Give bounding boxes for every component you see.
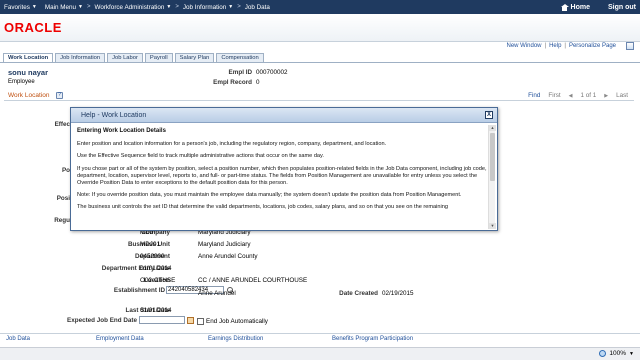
- breadcrumb-label: Job Data: [244, 3, 270, 11]
- breadcrumb-label: Workforce Administration: [94, 3, 165, 11]
- scroll-up-icon[interactable]: ▲: [489, 125, 496, 131]
- home-label: Home: [570, 3, 590, 11]
- chevron-down-icon: ▼: [228, 4, 234, 10]
- scroll-down-icon[interactable]: ▼: [489, 223, 496, 229]
- chevron-down-icon: ▼: [31, 4, 37, 10]
- zoom-control[interactable]: 100% ▼: [599, 350, 634, 357]
- help-paragraph: Use the Effective Sequence field to trac…: [77, 153, 324, 160]
- effective-label: Effec: [54, 121, 70, 128]
- help-paragraph: If you chose part or all of the system b…: [77, 165, 487, 187]
- breadcrumb-job-data[interactable]: Job Data: [241, 4, 274, 11]
- date-created-value: 02/19/2015: [382, 290, 414, 297]
- brand-header: [0, 14, 640, 42]
- chevron-down-icon: ▼: [166, 4, 172, 10]
- first-link[interactable]: First: [548, 92, 560, 99]
- chevron-down-icon: ▼: [629, 350, 634, 357]
- empl-record-label: Empl Record: [213, 79, 252, 86]
- empl-record-value: 0: [256, 79, 260, 86]
- favorites-label: Favorites: [4, 3, 30, 11]
- job-data-link[interactable]: Job Data: [6, 336, 30, 342]
- help-icon[interactable]: ?: [56, 92, 63, 99]
- location-value: O02-CTHSE: [140, 277, 176, 284]
- tab-job-information[interactable]: Job Information: [55, 53, 106, 62]
- record-pager: Find First ◀ 1 of 1 ▶ Last: [528, 92, 628, 99]
- sign-out-link[interactable]: Sign out: [608, 4, 636, 11]
- link-divider: |: [564, 43, 566, 49]
- help-dialog: Help - Work Location X Entering Work Loc…: [70, 107, 498, 231]
- help-paragraph: Note: If you override position data, you…: [77, 192, 462, 199]
- top-navigation-bar: Favorites ▼ Main Menu ▼ > Workforce Admini…: [0, 0, 640, 14]
- new-window-link[interactable]: New Window: [506, 43, 541, 49]
- help-heading: Entering Work Location Details: [77, 128, 166, 134]
- position-label: Po: [61, 167, 70, 174]
- department-entry-date-value: 01/01/2014: [140, 265, 172, 272]
- tab-salary-plan[interactable]: Salary Plan: [174, 53, 215, 62]
- last-start-date-value: 01/01/2014: [140, 307, 172, 314]
- help-dialog-titlebar[interactable]: Help - Work Location X: [71, 108, 497, 123]
- end-job-automatically-checkbox[interactable]: [197, 318, 204, 325]
- earnings-distribution-link[interactable]: Earnings Distribution: [208, 336, 263, 342]
- date-created-label: Date Created: [339, 290, 378, 297]
- employee-name: sonu nayar: [8, 68, 49, 77]
- help-dialog-scrollbar[interactable]: ▲ ▼: [488, 125, 496, 229]
- oracle-logo: ORACLE: [4, 20, 62, 35]
- location-description: CC / ANNE ARUNDEL COURTHOUSE: [198, 277, 308, 284]
- tab-compensation[interactable]: Compensation: [216, 53, 264, 62]
- page-utility-links: New Window | Help | Personalize Page: [506, 43, 616, 49]
- globe-icon: [599, 350, 607, 357]
- breadcrumb-label: Job Information: [182, 3, 227, 11]
- browser-status-bar: 100% ▼: [0, 347, 640, 360]
- zoom-level: 100%: [609, 350, 627, 357]
- scrollbar-thumb[interactable]: [490, 133, 495, 181]
- favorites-menu[interactable]: Favorites ▼: [0, 4, 41, 11]
- next-arrow-icon[interactable]: ▶: [604, 93, 608, 99]
- business-unit-value: MDJ01: [140, 241, 160, 248]
- department-value: 0452000: [140, 253, 165, 260]
- employment-data-link[interactable]: Employment Data: [96, 336, 144, 342]
- establishment-description: Anne Arundel: [198, 290, 236, 297]
- empl-id-value: 000700002: [256, 69, 288, 76]
- close-icon[interactable]: X: [485, 111, 493, 119]
- employee-role: Employee: [8, 79, 35, 85]
- personalize-page-link[interactable]: Personalize Page: [569, 43, 616, 49]
- work-location-section-header: Work Location ? Find First ◀ 1 of 1 ▶ La…: [4, 91, 634, 101]
- position-number-label: Posi: [56, 195, 70, 202]
- tab-job-labor[interactable]: Job Labor: [107, 53, 143, 62]
- department-description: Anne Arundel County: [198, 253, 258, 260]
- help-paragraph: Enter position and location information …: [77, 141, 387, 148]
- link-divider: |: [544, 43, 547, 49]
- prev-arrow-icon[interactable]: ◀: [569, 93, 573, 99]
- home-icon: [560, 3, 569, 11]
- last-link[interactable]: Last: [616, 92, 628, 99]
- regulatory-region-label: Regu: [54, 217, 70, 224]
- find-link[interactable]: Find: [528, 92, 540, 99]
- business-unit-description: Maryland Judiciary: [198, 241, 251, 248]
- home-link[interactable]: Home: [560, 3, 590, 11]
- breadcrumb-workforce-administration[interactable]: Workforce Administration ▼: [90, 4, 175, 11]
- tab-payroll[interactable]: Payroll: [144, 53, 173, 62]
- main-menu[interactable]: Main Menu ▼: [41, 4, 87, 11]
- help-dialog-title: Help - Work Location: [81, 112, 147, 119]
- expected-job-end-date-field[interactable]: [139, 316, 185, 324]
- tab-underline: [0, 62, 640, 63]
- chevron-down-icon: ▼: [78, 4, 83, 10]
- calendar-icon[interactable]: [187, 317, 194, 324]
- record-count: 1 of 1: [580, 92, 597, 99]
- benefits-program-participation-link[interactable]: Benefits Program Participation: [332, 336, 413, 342]
- help-dialog-body: Entering Work Location Details Enter pos…: [77, 126, 487, 229]
- end-job-automatically-label: End Job Automatically: [206, 318, 268, 325]
- help-link[interactable]: Help: [549, 43, 561, 49]
- section-title: Work Location: [8, 92, 50, 99]
- related-links-bar: Job Data Employment Data Earnings Distri…: [0, 333, 640, 343]
- help-paragraph: The business unit controls the set ID th…: [77, 204, 448, 211]
- empl-id-label: Empl ID: [228, 69, 252, 76]
- expected-job-end-date-label: Expected Job End Date: [67, 317, 137, 324]
- page-grid-icon[interactable]: [626, 42, 634, 50]
- main-menu-label: Main Menu: [44, 3, 77, 11]
- establishment-id-label: Establishment ID: [113, 287, 165, 294]
- breadcrumb-job-information[interactable]: Job Information ▼: [179, 4, 237, 11]
